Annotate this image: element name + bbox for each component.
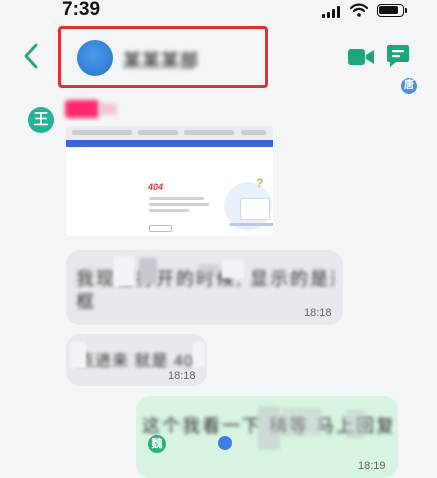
message-time: 18:19 [358, 460, 386, 472]
message-time: 18:18 [168, 370, 196, 382]
mention-avatar-blue [218, 436, 232, 450]
status-bar: 7:39 [0, 0, 437, 26]
redaction [282, 408, 322, 436]
image-message[interactable]: 404 ? [66, 126, 273, 236]
browser-toolbar [66, 126, 273, 140]
redaction [114, 256, 134, 286]
member-avatar[interactable]: 唐 [401, 78, 417, 94]
battery-cap [405, 8, 407, 13]
message-text: 点进来 就是 404 [78, 353, 204, 370]
redaction [258, 406, 280, 450]
redaction [222, 260, 244, 278]
question-mark-icon: ? [256, 176, 264, 190]
message-text-extra: 框 [76, 292, 96, 312]
message-bubble[interactable]: 点进来 就是 404 18:18 [66, 334, 207, 386]
sender-name-redacted [65, 100, 99, 118]
status-time: 7:39 [62, 0, 101, 20]
error-text-line [149, 203, 209, 206]
battery-icon [377, 4, 404, 17]
error-text-line [149, 197, 204, 200]
chat-title: 某某某部 [123, 51, 199, 71]
redaction [139, 258, 157, 284]
back-page-button [149, 225, 172, 232]
back-icon[interactable] [20, 42, 42, 70]
error-text-line [149, 209, 189, 212]
chat-icon[interactable] [386, 43, 410, 69]
browser-navbar [66, 140, 273, 147]
chat-title-highlight[interactable]: 某某某部 [58, 26, 268, 88]
message-time: 18:18 [304, 307, 332, 319]
error-code: 404 [148, 182, 164, 192]
redaction [346, 410, 364, 438]
illustration-base [229, 223, 273, 226]
redaction [199, 264, 219, 276]
video-call-icon[interactable] [347, 46, 375, 68]
redaction [70, 342, 86, 368]
battery-level [379, 6, 398, 14]
wifi-icon [350, 3, 368, 17]
group-avatar [77, 40, 113, 76]
mention-avatar: 魏 [148, 435, 166, 453]
message-bubble[interactable]: 我现在打开的时候, 显示的是这个页面无法访问 框 18:18 [66, 250, 343, 325]
redaction [193, 342, 205, 368]
illustration-board [240, 198, 270, 220]
signal-icon [322, 6, 342, 18]
chat-header: 某某某部 [0, 26, 437, 92]
sender-avatar[interactable]: 王 [28, 107, 54, 133]
sender-name-redacted-tail [99, 103, 117, 115]
message-bubble[interactable]: 这个我看一下 稍等 马上回复你 魏 18:19 [136, 396, 398, 478]
